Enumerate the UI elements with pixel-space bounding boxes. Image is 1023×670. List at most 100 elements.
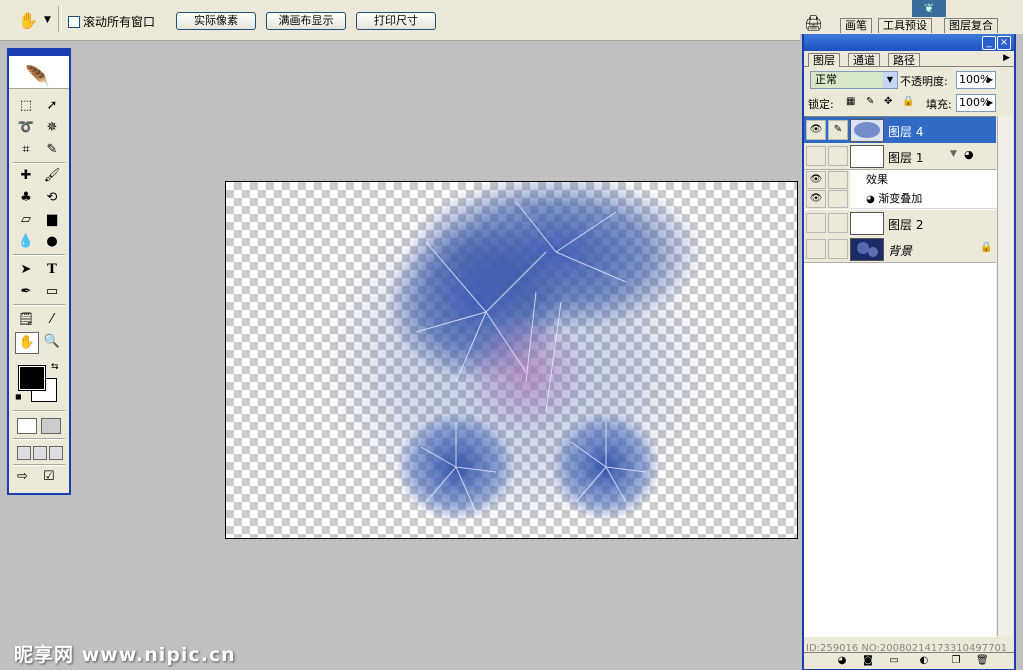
image-id-watermark: ID:259016 NO:20080214173310497701 xyxy=(806,643,1008,654)
close-icon[interactable]: × xyxy=(997,36,1011,50)
layer-row-background[interactable]: 背景 🔒 xyxy=(804,236,996,263)
pen-icon[interactable]: ✒ xyxy=(15,282,37,302)
full-screen-icon[interactable] xyxy=(49,446,63,460)
tab-channels[interactable]: 通道 xyxy=(848,53,880,67)
link-toggle[interactable] xyxy=(828,146,848,166)
default-colors-icon[interactable]: ◼ xyxy=(15,392,22,401)
new-set-icon[interactable]: ▭ xyxy=(888,655,900,666)
visibility-toggle[interactable] xyxy=(806,239,826,259)
palette-bottom-bar: ◕ ◙ ▭ ◐ ❐ 🗑 xyxy=(804,652,1014,669)
fit-on-screen-button[interactable]: 满画布显示 xyxy=(266,12,346,30)
hand-icon[interactable]: ✋ xyxy=(15,332,39,354)
delete-layer-icon[interactable]: 🗑 xyxy=(976,655,989,666)
layer-name[interactable]: 图层 2 xyxy=(888,216,923,233)
dodge-icon[interactable]: ● xyxy=(41,232,63,252)
lock-transparency-icon[interactable]: ▦ xyxy=(846,96,855,107)
add-mask-icon[interactable]: ◙ xyxy=(862,655,874,666)
marquee-icon[interactable]: ⬚ xyxy=(15,96,37,116)
blur-icon[interactable]: 💧 xyxy=(15,232,37,252)
quick-mask-button[interactable] xyxy=(41,418,61,434)
lock-all-icon[interactable]: 🔒 xyxy=(902,96,914,107)
history-brush-icon[interactable]: ⟲ xyxy=(41,188,63,208)
actual-pixels-button[interactable]: 实际像素 xyxy=(176,12,256,30)
eyedropper-icon[interactable]: ⁄ xyxy=(41,310,63,330)
toolbox-header[interactable]: 🪶 xyxy=(9,56,69,89)
healing-icon[interactable]: ✚ xyxy=(15,166,37,186)
stamp-icon[interactable]: ♣ xyxy=(15,188,37,208)
crop-icon[interactable]: ⌗ xyxy=(15,140,37,160)
file-browser-icon[interactable]: 🖨 xyxy=(804,14,834,34)
brush-link-icon[interactable]: ✎ xyxy=(828,120,848,140)
tab-layers[interactable]: 图层 xyxy=(808,53,840,67)
hand-tool-icon[interactable]: ✋ xyxy=(18,11,38,30)
tool-preset-dropdown-icon[interactable]: ▼ xyxy=(44,15,51,25)
scroll-all-windows-checkbox[interactable] xyxy=(68,15,80,28)
opacity-field[interactable]: 100% ▶ xyxy=(956,71,996,89)
magic-wand-icon[interactable]: ✵ xyxy=(41,118,63,138)
gradient-icon[interactable]: ▆ xyxy=(41,210,63,230)
adobe-online-logo[interactable]: ❦ xyxy=(912,0,946,17)
layer-name[interactable]: 背景 xyxy=(888,242,912,259)
layer-name[interactable]: 图层 4 xyxy=(888,123,923,140)
palette-menu-icon[interactable]: ▶ xyxy=(1003,53,1010,63)
link-toggle[interactable] xyxy=(828,213,848,233)
standard-mode-button[interactable] xyxy=(17,418,37,434)
add-layer-style-icon[interactable]: ◕ xyxy=(836,655,848,666)
visibility-toggle[interactable] xyxy=(806,213,826,233)
zoom-icon[interactable]: 🔍 xyxy=(41,332,63,352)
tab-brushes[interactable]: 画笔 xyxy=(840,18,872,33)
gradient-overlay-effect[interactable]: ◕ 渐变叠加 xyxy=(850,189,1012,209)
effects-row[interactable]: 👁 效果 xyxy=(804,170,1012,190)
blend-mode-select[interactable]: 正常 ▼ xyxy=(810,71,898,89)
type-icon[interactable]: T xyxy=(41,260,63,280)
gradient-overlay-row[interactable]: 👁 ◕ 渐变叠加 xyxy=(804,189,1012,209)
full-screen-menu-icon[interactable] xyxy=(33,446,47,460)
visibility-toggle[interactable] xyxy=(806,146,826,166)
standard-screen-icon[interactable] xyxy=(17,446,31,460)
scroll-all-windows-option[interactable]: 滚动所有窗口 xyxy=(68,13,155,30)
layer-name[interactable]: 图层 1 xyxy=(888,149,923,166)
eraser-icon[interactable]: ▱ xyxy=(15,210,37,230)
foreground-color-swatch[interactable] xyxy=(18,365,46,391)
scroll-all-windows-label: 滚动所有窗口 xyxy=(83,15,156,29)
new-layer-icon[interactable]: ❐ xyxy=(950,655,962,666)
lasso-icon[interactable]: ➰ xyxy=(15,118,37,138)
expand-effects-icon[interactable]: ▼ xyxy=(950,149,957,159)
jump-to-imageready-icon[interactable]: ⇨ xyxy=(17,469,28,484)
toolbox: 🪶 ⬚ ➚ ➰ ✵ ⌗ ✎ ✚ 🖌 ♣ ⟲ ▱ ▆ 💧 ● ➤ T ✒ ▭ 🗒 … xyxy=(7,48,71,495)
link-toggle[interactable] xyxy=(828,239,848,259)
layer-row-1[interactable]: 图层 1 ▼ ◕ xyxy=(804,143,996,170)
blend-row: 正常 ▼ 不透明度: 100% ▶ xyxy=(804,67,1014,90)
fill-field[interactable]: 100% ▶ xyxy=(956,94,996,112)
eye-icon[interactable]: 👁 xyxy=(806,190,826,208)
tab-paths[interactable]: 路径 xyxy=(888,53,920,67)
brush-icon[interactable]: 🖌 xyxy=(41,166,63,186)
lock-icon: 🔒 xyxy=(980,242,993,253)
move-icon[interactable]: ➚ xyxy=(41,96,63,116)
link-toggle[interactable] xyxy=(828,190,848,208)
tab-layer-comps[interactable]: 图层复合 xyxy=(944,18,998,33)
minimize-icon[interactable]: _ xyxy=(982,36,996,50)
lock-position-icon[interactable]: ✥ xyxy=(884,96,892,107)
path-select-icon[interactable]: ➤ xyxy=(15,260,37,280)
document-canvas[interactable] xyxy=(225,181,798,539)
slice-icon[interactable]: ✎ xyxy=(41,140,63,160)
eye-icon[interactable]: 👁 xyxy=(806,171,826,189)
eye-icon[interactable]: 👁 xyxy=(806,120,826,140)
tab-tool-presets[interactable]: 工具预设 xyxy=(878,18,932,33)
chevron-right-icon: ▶ xyxy=(987,98,994,107)
palette-titlebar[interactable]: _ × xyxy=(804,34,1014,51)
swap-colors-icon[interactable]: ⇆ xyxy=(51,362,59,372)
chevron-down-icon: ▼ xyxy=(883,72,897,88)
notes-icon[interactable]: 🗒 xyxy=(15,310,37,330)
print-size-button[interactable]: 打印尺寸 xyxy=(356,12,436,30)
imageready-icon[interactable]: ☑ xyxy=(43,469,55,484)
layer-row-2[interactable]: 图层 2 xyxy=(804,210,996,237)
layer-row-4[interactable]: 👁 ✎ 图层 4 xyxy=(804,117,996,144)
layers-scrollbar[interactable] xyxy=(997,116,1013,636)
shape-icon[interactable]: ▭ xyxy=(41,282,63,302)
lock-image-icon[interactable]: ✎ xyxy=(866,96,874,107)
link-toggle[interactable] xyxy=(828,171,848,189)
divider xyxy=(13,464,65,466)
new-adjustment-layer-icon[interactable]: ◐ xyxy=(918,655,930,666)
